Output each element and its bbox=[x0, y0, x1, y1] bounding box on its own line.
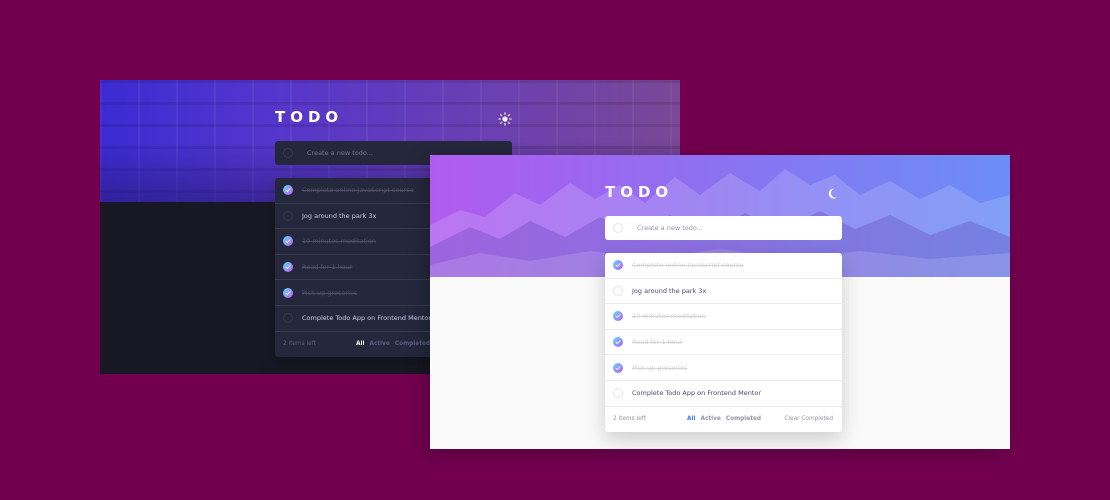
new-todo-circle[interactable] bbox=[613, 223, 623, 233]
filter-all[interactable]: All bbox=[356, 341, 364, 347]
sun-icon[interactable] bbox=[498, 111, 512, 126]
check-icon[interactable] bbox=[283, 185, 293, 196]
new-todo-circle[interactable] bbox=[283, 148, 293, 158]
todo-item-text: Complete Todo App on Frontend Mentor bbox=[302, 314, 432, 323]
filter-all[interactable]: All bbox=[687, 416, 695, 422]
todo-checkbox[interactable] bbox=[283, 210, 293, 221]
todo-item-text: Complete Todo App on Frontend Mentor bbox=[632, 389, 762, 398]
check-icon[interactable] bbox=[283, 236, 293, 247]
todo-checkbox[interactable] bbox=[613, 285, 623, 296]
todo-item-text: Read for 1 hour bbox=[632, 338, 683, 347]
filter-group: All Active Completed bbox=[687, 416, 761, 422]
todo-item-text: Complete online JavaScript course bbox=[302, 186, 414, 195]
todo-item-text: 10 minutes meditation bbox=[632, 312, 706, 321]
todo-checkbox[interactable] bbox=[613, 388, 623, 399]
new-todo-input[interactable]: Create a new todo... bbox=[605, 216, 842, 240]
check-icon[interactable] bbox=[283, 287, 293, 298]
todo-footer: 2 items left All Active Completed Clear … bbox=[605, 407, 842, 432]
clear-completed-button[interactable]: Clear Completed bbox=[784, 416, 833, 422]
todo-item[interactable]: Complete Todo App on Frontend Mentor bbox=[605, 381, 842, 407]
check-icon[interactable] bbox=[613, 311, 623, 322]
new-todo-placeholder: Create a new todo... bbox=[307, 149, 373, 157]
moon-icon[interactable] bbox=[827, 186, 841, 200]
todo-item-text: 10 minutes meditation bbox=[302, 237, 376, 246]
new-todo-placeholder: Create a new todo... bbox=[637, 224, 703, 232]
items-left-count: 2 items left bbox=[283, 341, 316, 348]
page-title: TODO bbox=[275, 108, 344, 126]
check-icon[interactable] bbox=[613, 337, 623, 348]
items-left-count: 2 items left bbox=[613, 416, 646, 423]
filter-active[interactable]: Active bbox=[369, 341, 389, 347]
check-icon[interactable] bbox=[613, 362, 623, 373]
todo-checkbox[interactable] bbox=[283, 313, 293, 324]
todo-item[interactable]: 10 minutes meditation bbox=[605, 304, 842, 330]
filter-group: All Active Completed bbox=[356, 341, 430, 347]
light-theme-window: TODO Create a new todo... Complete onlin… bbox=[430, 155, 1010, 449]
todo-item-text: Pick up groceries bbox=[302, 288, 358, 297]
todo-item-text: Jog around the park 3x bbox=[632, 286, 707, 295]
todo-item[interactable]: Complete online JavaScript course bbox=[605, 253, 842, 279]
todo-item[interactable]: Read for 1 hour bbox=[605, 330, 842, 356]
todo-item-text: Read for 1 hour bbox=[302, 263, 353, 272]
todo-item-text: Complete online JavaScript course bbox=[632, 261, 744, 270]
check-icon[interactable] bbox=[613, 260, 623, 271]
todo-list: Complete online JavaScript course Jog aro… bbox=[605, 253, 842, 432]
todo-item-text: Pick up groceries bbox=[632, 363, 688, 372]
filter-active[interactable]: Active bbox=[700, 416, 720, 422]
check-icon[interactable] bbox=[283, 262, 293, 273]
page-title: TODO bbox=[605, 183, 674, 201]
todo-item[interactable]: Jog around the park 3x bbox=[605, 279, 842, 305]
filter-completed[interactable]: Completed bbox=[726, 416, 761, 422]
todo-item[interactable]: Pick up groceries bbox=[605, 355, 842, 381]
filter-completed[interactable]: Completed bbox=[395, 341, 430, 347]
todo-item-text: Jog around the park 3x bbox=[302, 211, 377, 220]
